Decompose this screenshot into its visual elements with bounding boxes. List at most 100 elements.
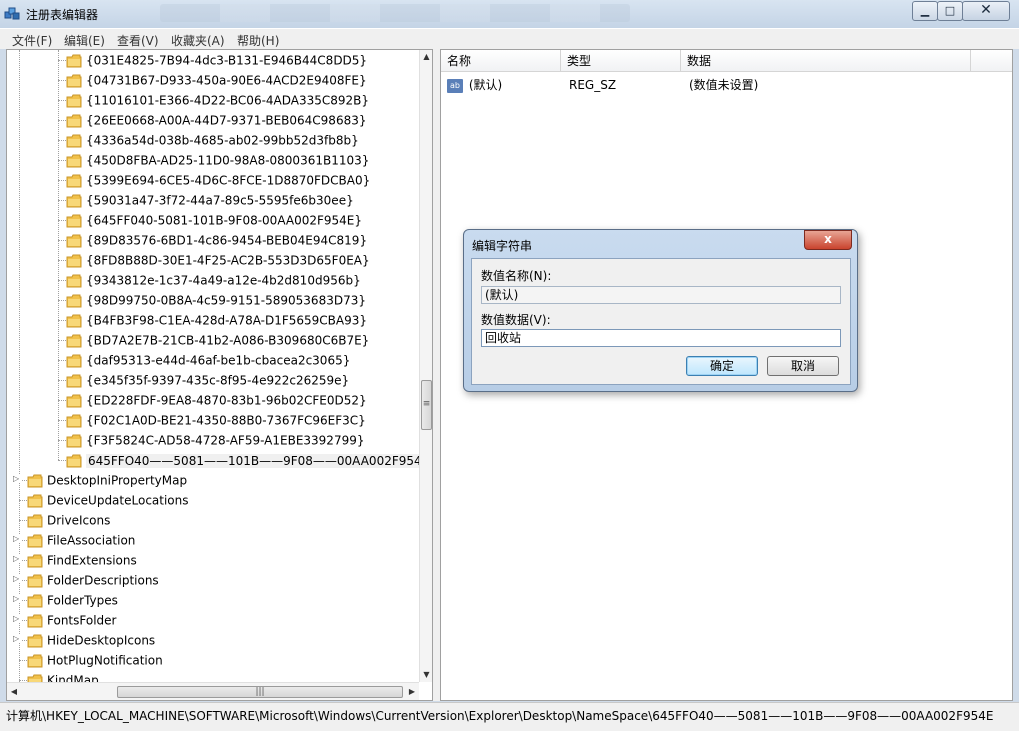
minimize-button[interactable]: ▁ [912, 1, 938, 21]
expand-arrow-icon[interactable]: ▷ [13, 555, 21, 563]
value-data-input[interactable]: 回收站 [481, 329, 841, 347]
folder-icon [27, 634, 43, 648]
value-name-label: 数值名称(N): [481, 269, 552, 283]
menu-view[interactable]: 查看(V) [117, 32, 159, 49]
tree-item-guid[interactable]: {B4FB3F98-C1EA-428d-A78A-D1F5659CBA93} [66, 310, 367, 330]
menu-edit[interactable]: 编辑(E) [64, 32, 105, 49]
folder-icon [27, 514, 43, 528]
folder-icon [66, 414, 82, 428]
tree-item-guid[interactable]: {04731B67-D933-450a-90E6-4ACD2E9408FE} [66, 70, 367, 90]
folder-icon [66, 254, 82, 268]
tree-branch-line [58, 220, 66, 221]
expand-arrow-icon[interactable]: ▷ [13, 635, 21, 643]
tree-vertical-scrollbar[interactable]: ▲ ≡ ▼ [419, 50, 432, 682]
edit-string-dialog: 编辑字符串 x 数值名称(N): (默认) 数值数据(V): 回收站 确定 取消 [463, 229, 858, 392]
tree-item-key[interactable]: HideDesktopIcons [27, 630, 155, 650]
tree-branch-line [58, 420, 66, 421]
ok-button[interactable]: 确定 [686, 356, 758, 376]
close-button[interactable]: ✕ [962, 1, 1010, 21]
tree-item-selected[interactable]: 645FFO40——5081——101B——9F08——00AA002F954E [66, 450, 432, 470]
tree-item-label: {5399E694-6CE5-4D6C-8FCE-1D8870FDCBA0} [86, 173, 371, 188]
tree-item-guid[interactable]: {BD7A2E7B-21CB-41b2-A086-B309680C6B7E} [66, 330, 369, 350]
tree-item-label: DeviceUpdateLocations [47, 493, 189, 508]
tree-item-key[interactable]: FileAssociation [27, 530, 135, 550]
tree-hscroll-thumb[interactable]: ||| [117, 686, 403, 698]
tree-branch-line [58, 340, 66, 341]
grip-icon: ≡ [422, 399, 431, 409]
tree-item-label: {031E4825-7B94-4dc3-B131-E946B44C8DD5} [86, 53, 368, 68]
tree-item-label: {F3F5824C-AD58-4728-AF59-A1EBE3392799} [86, 433, 365, 448]
tree-branch-line [58, 360, 66, 361]
folder-icon [66, 294, 82, 308]
menu-file[interactable]: 文件(F) [12, 32, 52, 49]
tree-branch-line [58, 100, 66, 101]
tree-item-guid[interactable]: {F3F5824C-AD58-4728-AF59-A1EBE3392799} [66, 430, 364, 450]
menu-help[interactable]: 帮助(H) [237, 32, 279, 49]
expand-arrow-icon[interactable]: ▷ [13, 595, 21, 603]
scroll-down-arrow-icon[interactable]: ▼ [420, 668, 432, 682]
tree-item-label: {BD7A2E7B-21CB-41b2-A086-B309680C6B7E} [86, 333, 370, 348]
tree-item-guid[interactable]: {98D99750-0B8A-4c59-9151-589053683D73} [66, 290, 366, 310]
menu-favorites[interactable]: 收藏夹(A) [171, 32, 225, 49]
folder-icon [27, 614, 43, 628]
tree-item-guid[interactable]: {8FD8B88D-30E1-4F25-AC2B-553D3D65F0EA} [66, 250, 370, 270]
scroll-right-arrow-icon[interactable]: ▶ [405, 683, 419, 700]
tree-item-key[interactable]: FindExtensions [27, 550, 137, 570]
tree-item-key[interactable]: DriveIcons [27, 510, 110, 530]
tree-item-label: FontsFolder [47, 613, 117, 628]
expand-arrow-icon[interactable]: ▷ [13, 575, 21, 583]
tree-vscroll-thumb[interactable]: ≡ [421, 380, 432, 430]
tree-item-guid[interactable]: {11016101-E366-4D22-BC06-4ADA335C892B} [66, 90, 369, 110]
tree-item-guid[interactable]: {9343812e-1c37-4a49-a12e-4b2d810d956b} [66, 270, 361, 290]
tree-item-guid[interactable]: {59031a47-3f72-44a7-89c5-5595fe6b30ee} [66, 190, 354, 210]
tree-item-guid[interactable]: {645FF040-5081-101B-9F08-00AA002F954E} [66, 210, 362, 230]
value-name-field[interactable]: (默认) [481, 286, 841, 304]
status-bar: 计算机\HKEY_LOCAL_MACHINE\SOFTWARE\Microsof… [0, 702, 1019, 731]
expand-arrow-icon[interactable]: ▷ [13, 535, 21, 543]
tree-branch-line [58, 80, 66, 81]
scroll-up-arrow-icon[interactable]: ▲ [420, 50, 432, 64]
maximize-button[interactable]: □ [937, 1, 963, 21]
tree-item-label: {4336a54d-038b-4685-ab02-99bb52d3fb8b} [86, 133, 359, 148]
expand-arrow-icon[interactable]: ▷ [13, 615, 21, 623]
column-header-type[interactable]: 类型 [561, 50, 681, 72]
tree-item-guid[interactable]: {89D83576-6BD1-4c86-9454-BEB04E94C819} [66, 230, 367, 250]
tree-item-key[interactable]: FontsFolder [27, 610, 116, 630]
tree-item-key[interactable]: FolderTypes [27, 590, 118, 610]
tree-branch-line [19, 520, 27, 521]
tree-item-guid[interactable]: {daf95313-e44d-46af-be1b-cbacea2c3065} [66, 350, 350, 370]
dialog-close-button[interactable]: x [804, 230, 852, 250]
folder-icon [27, 554, 43, 568]
tree-item-label: {ED228FDF-9EA8-4870-83b1-96b02CFE0D52} [86, 393, 367, 408]
tree-item-label: {59031a47-3f72-44a7-89c5-5595fe6b30ee} [86, 193, 354, 208]
tree-branch-line [58, 300, 66, 301]
tree-item-guid[interactable]: {5399E694-6CE5-4D6C-8FCE-1D8870FDCBA0} [66, 170, 370, 190]
window-title: 注册表编辑器 [26, 8, 99, 22]
tree-item-guid[interactable]: {4336a54d-038b-4685-ab02-99bb52d3fb8b} [66, 130, 359, 150]
list-row[interactable]: ab (默认) [447, 76, 502, 94]
column-header-data[interactable]: 数据 [681, 50, 971, 72]
scroll-left-arrow-icon[interactable]: ◀ [7, 683, 21, 700]
tree-item-guid[interactable]: {26EE0668-A00A-44D7-9371-BEB064C98683} [66, 110, 366, 130]
expand-arrow-icon[interactable]: ▷ [13, 475, 21, 483]
tree-horizontal-scrollbar[interactable]: ◀ ||| ▶ [7, 682, 419, 700]
tree-item-guid[interactable]: {031E4825-7B94-4dc3-B131-E946B44C8DD5} [66, 50, 367, 70]
tree-branch-line [58, 140, 66, 141]
column-header-name[interactable]: 名称 [441, 50, 561, 72]
tree-item-guid[interactable]: {ED228FDF-9EA8-4870-83b1-96b02CFE0D52} [66, 390, 367, 410]
tree-item-key[interactable]: DeviceUpdateLocations [27, 490, 189, 510]
folder-icon [66, 54, 82, 68]
cancel-button[interactable]: 取消 [767, 356, 839, 376]
column-header-filler [971, 50, 1012, 72]
tree-item-key[interactable]: HotPlugNotification [27, 650, 163, 670]
tree-item-guid[interactable]: {F02C1A0D-BE21-4350-88B0-7367FC96EF3C} [66, 410, 366, 430]
tree-item-guid[interactable]: {450D8FBA-AD25-11D0-98A8-0800361B1103} [66, 150, 369, 170]
registry-tree[interactable]: {031E4825-7B94-4dc3-B131-E946B44C8DD5} {0… [6, 49, 433, 701]
tree-item-label: {450D8FBA-AD25-11D0-98A8-0800361B1103} [86, 153, 370, 168]
tree-item-label: {98D99750-0B8A-4c59-9151-589053683D73} [86, 293, 366, 308]
tree-item-key[interactable]: FolderDescriptions [27, 570, 159, 590]
tree-connector-line [19, 50, 20, 690]
tree-branch-line [58, 180, 66, 181]
tree-item-key[interactable]: DesktopIniPropertyMap [27, 470, 187, 490]
tree-item-guid[interactable]: {e345f35f-9397-435c-8f95-4e922c26259e} [66, 370, 349, 390]
